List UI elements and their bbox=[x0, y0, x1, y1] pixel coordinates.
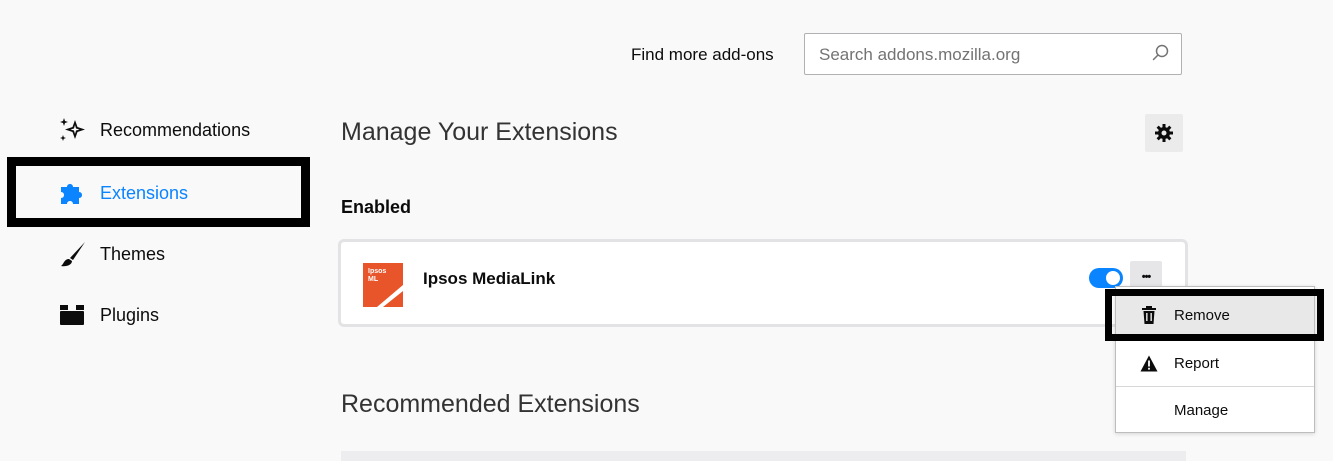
menu-item-label: Report bbox=[1174, 354, 1220, 372]
more-options-icon: ••• bbox=[1141, 271, 1152, 283]
sidebar-item-plugins[interactable]: Plugins bbox=[58, 297, 159, 333]
search-placeholder: Search addons.mozilla.org bbox=[819, 45, 1021, 64]
warning-icon bbox=[1138, 352, 1160, 374]
menu-item-label: Manage bbox=[1174, 401, 1229, 419]
find-more-addons-label: Find more add-ons bbox=[631, 45, 774, 64]
plugin-icon bbox=[58, 302, 88, 328]
search-input[interactable]: Search addons.mozilla.org bbox=[804, 33, 1182, 75]
search-icon bbox=[1152, 44, 1169, 61]
extension-card[interactable]: Ipsos ML Ipsos MediaLink ••• bbox=[338, 239, 1188, 327]
sidebar-item-themes[interactable]: Themes bbox=[58, 236, 165, 272]
svg-text:ML: ML bbox=[368, 276, 379, 283]
gear-icon bbox=[1155, 124, 1173, 142]
menu-item-report[interactable]: Report bbox=[1116, 341, 1314, 385]
sidebar-item-label: Themes bbox=[100, 244, 166, 264]
sidebar-item-label: Plugins bbox=[100, 305, 160, 325]
recommended-list-edge bbox=[341, 451, 1186, 461]
brush-icon bbox=[58, 241, 88, 267]
sidebar-item-recommendations[interactable]: Recommendations bbox=[58, 112, 250, 148]
sidebar-item-label: Recommendations bbox=[100, 120, 251, 140]
extensions-highlight-box bbox=[7, 157, 310, 227]
menu-divider bbox=[1116, 386, 1314, 387]
svg-text:Ipsos: Ipsos bbox=[368, 268, 386, 275]
toggle-knob bbox=[1106, 271, 1120, 285]
menu-icon-spacer bbox=[1138, 399, 1160, 421]
extension-logo: Ipsos ML bbox=[363, 263, 403, 307]
remove-highlight-box bbox=[1105, 289, 1324, 341]
extension-name: Ipsos MediaLink bbox=[423, 269, 556, 288]
settings-button[interactable] bbox=[1145, 114, 1183, 152]
extension-enable-toggle[interactable] bbox=[1089, 268, 1123, 288]
menu-item-manage[interactable]: Manage bbox=[1116, 388, 1314, 432]
page-title: Manage Your Extensions bbox=[341, 118, 618, 146]
recommended-heading: Recommended Extensions bbox=[341, 390, 640, 418]
sparkle-icon bbox=[58, 117, 88, 143]
enabled-heading: Enabled bbox=[341, 197, 412, 217]
